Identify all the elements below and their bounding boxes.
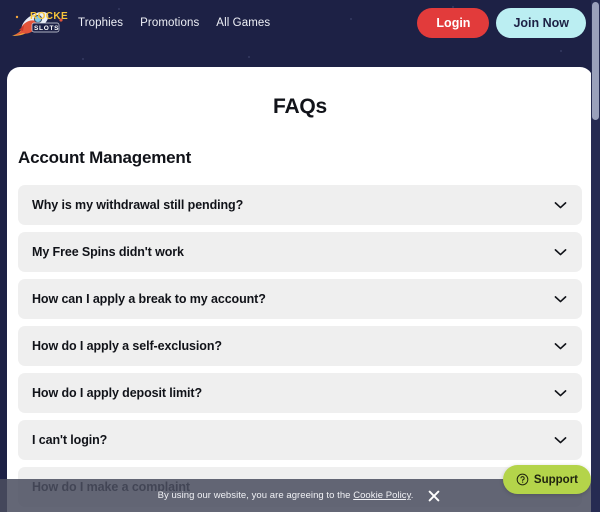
star-speck bbox=[248, 56, 250, 58]
support-button-label: Support bbox=[533, 473, 578, 486]
chevron-down-icon[interactable] bbox=[552, 385, 569, 402]
question-mark-circle-icon bbox=[516, 473, 529, 486]
chevron-down-icon[interactable] bbox=[552, 338, 569, 355]
faq-question-label: How do I apply a self-exclusion? bbox=[32, 339, 222, 353]
nav-link-promotions[interactable]: Promotions bbox=[140, 17, 199, 29]
star-speck bbox=[560, 50, 562, 52]
faq-item-self-exclusion[interactable]: How do I apply a self-exclusion? bbox=[18, 326, 582, 366]
close-icon[interactable] bbox=[426, 488, 442, 504]
page-root: ROCKET SLOTS Trophies Promotions All Gam… bbox=[0, 0, 600, 512]
support-button[interactable]: Support bbox=[502, 465, 591, 494]
faq-question-label: My Free Spins didn't work bbox=[32, 245, 184, 259]
nav-link-all-games[interactable]: All Games bbox=[216, 17, 270, 29]
top-navigation-bar: ROCKET SLOTS Trophies Promotions All Gam… bbox=[0, 0, 600, 46]
svg-text:SLOTS: SLOTS bbox=[34, 25, 59, 32]
chevron-down-icon[interactable] bbox=[552, 291, 569, 308]
faq-content-card: FAQs Account Management Why is my withdr… bbox=[7, 67, 593, 512]
cookie-banner-text: By using our website, you are agreeing t… bbox=[158, 490, 414, 501]
faq-question-label: How can I apply a break to my account? bbox=[32, 292, 266, 306]
faq-accordion-list: Why is my withdrawal still pending? My F… bbox=[7, 185, 593, 512]
page-title: FAQs bbox=[272, 95, 328, 118]
page-scrollbar-thumb[interactable] bbox=[592, 2, 599, 120]
star-speck bbox=[82, 58, 84, 60]
rocket-slots-logo[interactable]: ROCKET SLOTS bbox=[8, 5, 68, 41]
faq-item-free-spins[interactable]: My Free Spins didn't work bbox=[18, 232, 582, 272]
nav-links: Trophies Promotions All Games bbox=[78, 17, 270, 29]
cookie-text-before: By using our website, you are agreeing t… bbox=[157, 490, 354, 501]
chevron-down-icon[interactable] bbox=[552, 197, 569, 214]
chevron-down-icon[interactable] bbox=[552, 432, 569, 449]
nav-link-trophies[interactable]: Trophies bbox=[78, 17, 123, 29]
faq-question-label: How do I apply deposit limit? bbox=[32, 386, 203, 400]
faq-item-deposit-limit[interactable]: How do I apply deposit limit? bbox=[18, 373, 582, 413]
join-now-button[interactable]: Join Now bbox=[496, 8, 586, 38]
faq-item-cant-login[interactable]: I can't login? bbox=[18, 420, 582, 460]
cookie-policy-link[interactable]: Cookie Policy bbox=[353, 490, 411, 501]
login-button[interactable]: Login bbox=[417, 8, 490, 38]
faq-item-withdrawal-pending[interactable]: Why is my withdrawal still pending? bbox=[18, 185, 582, 225]
cookie-text-after: . bbox=[410, 490, 414, 501]
chevron-down-icon[interactable] bbox=[552, 244, 569, 261]
faq-question-label: I can't login? bbox=[32, 433, 108, 447]
faq-item-apply-break[interactable]: How can I apply a break to my account? bbox=[18, 279, 582, 319]
section-title-account-management: Account Management bbox=[18, 148, 192, 167]
faq-question-label: Why is my withdrawal still pending? bbox=[32, 198, 244, 212]
